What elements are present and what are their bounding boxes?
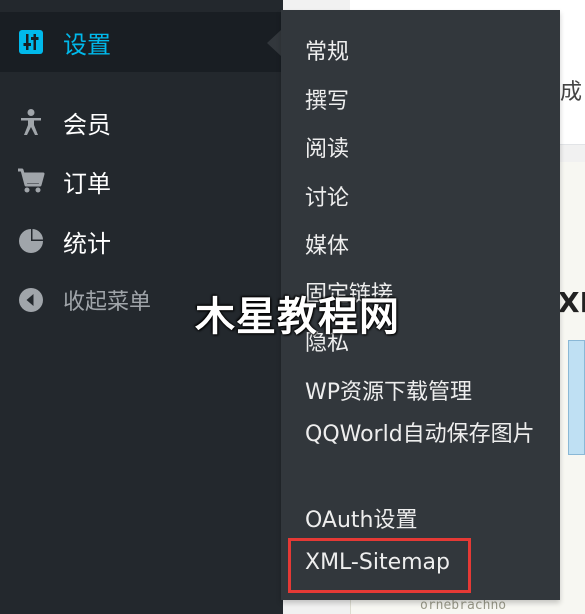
menu-label-collapse: 收起菜单 (63, 290, 152, 315)
collapse-arrow-icon (17, 286, 45, 314)
partial-text: 成 (560, 80, 583, 105)
image-text: XM (558, 286, 585, 319)
submenu-oauth[interactable]: OAuth设置 (305, 502, 418, 534)
submenu-qqworld-autosave[interactable]: QQWorld自动保存图片 (305, 420, 535, 450)
submenu-media[interactable]: 媒体 (305, 228, 349, 260)
menu-item-stats[interactable]: 统计 (0, 211, 283, 271)
cart-icon (17, 167, 45, 195)
menu-item-members[interactable]: 会员 (0, 92, 283, 152)
menu-item-settings[interactable]: 设置 (0, 12, 283, 72)
image-caption: ornebrachno (420, 598, 507, 613)
menu-label-orders: 订单 (63, 169, 111, 198)
submenu-pointer (267, 30, 281, 56)
highlight-box (288, 538, 471, 593)
menu-label-members: 会员 (63, 110, 111, 139)
person-icon (17, 108, 45, 136)
settings-sliders-icon (17, 28, 45, 56)
submenu-wp-resource-download[interactable]: WP资源下载管理 (305, 374, 472, 406)
submenu-reading[interactable]: 阅读 (305, 131, 349, 163)
submenu-discussion[interactable]: 讨论 (305, 180, 349, 212)
menu-label-settings: 设置 (63, 30, 111, 59)
image-detail (568, 340, 585, 455)
submenu-general[interactable]: 常规 (305, 34, 349, 66)
menu-item-orders[interactable]: 订单 (0, 151, 283, 211)
watermark: 木星教程网 (195, 294, 400, 340)
submenu-writing[interactable]: 撰写 (305, 83, 349, 115)
pie-chart-icon (17, 227, 45, 255)
menu-label-stats: 统计 (63, 229, 111, 258)
